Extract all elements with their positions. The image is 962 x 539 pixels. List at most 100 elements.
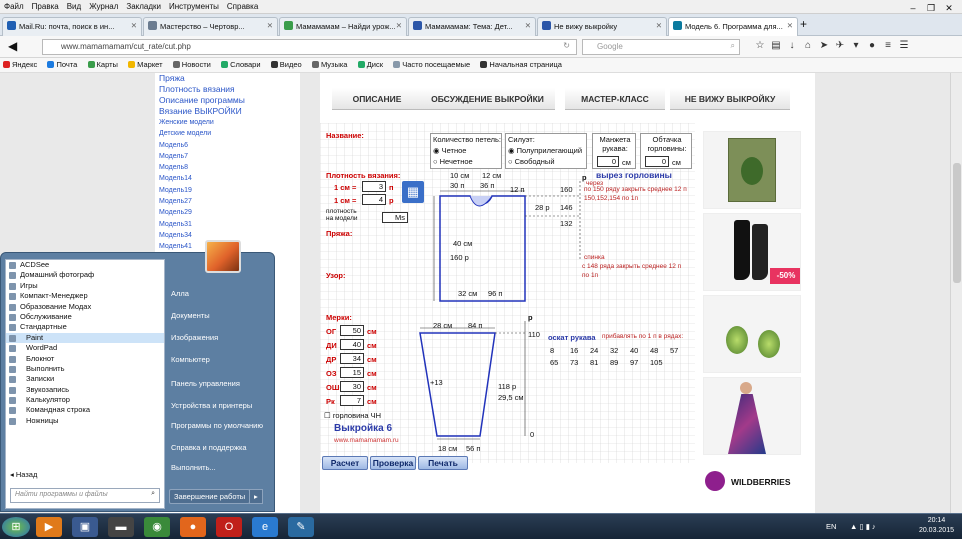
- nav-masterclass[interactable]: МАСТЕР-КЛАСС: [565, 88, 665, 110]
- nav-discussion[interactable]: ОБСУЖДЕНИЕ ВЫКРОЙКИ: [420, 88, 555, 110]
- check-button[interactable]: Проверка: [370, 456, 416, 470]
- media-player-icon[interactable]: ▶: [36, 517, 62, 537]
- program-item[interactable]: Образование Модах: [6, 302, 164, 312]
- close-icon[interactable]: ✕: [787, 21, 793, 30]
- menu-bookmarks[interactable]: Закладки: [122, 0, 165, 13]
- program-item[interactable]: Обслуживание: [6, 312, 164, 322]
- start-documents[interactable]: Документы: [171, 311, 210, 320]
- bookmark-start[interactable]: Начальная страница: [477, 58, 567, 69]
- bookmark-news[interactable]: Новости: [170, 58, 216, 69]
- sidebar-link[interactable]: Пряжа: [155, 73, 300, 84]
- hamburger-icon[interactable]: ☰: [896, 40, 912, 51]
- bookmark-market[interactable]: Маркет: [125, 58, 167, 69]
- print-button[interactable]: Печать: [418, 456, 468, 470]
- maximize-icon[interactable]: ❐: [922, 0, 940, 13]
- model-note-input[interactable]: Ms: [382, 212, 408, 223]
- program-item[interactable]: Командная строка: [6, 405, 164, 415]
- program-item[interactable]: Звукозапись: [6, 385, 164, 395]
- sidebar-link[interactable]: Вязание ВЫКРОЙКИ: [155, 106, 300, 117]
- back-icon[interactable]: ◀: [8, 39, 17, 53]
- clock[interactable]: 20:14 20.03.2015: [919, 516, 954, 536]
- program-item[interactable]: Компакт-Менеджер: [6, 291, 164, 301]
- measure-osh-input[interactable]: 30: [340, 381, 364, 392]
- program-item[interactable]: Выполнить: [6, 364, 164, 374]
- chrome-icon[interactable]: ◉: [144, 517, 170, 537]
- bookmark-yandex[interactable]: Яндекс: [0, 58, 42, 69]
- bookmark-mail[interactable]: Почта: [44, 58, 82, 69]
- menu-icon[interactable]: ≡: [880, 40, 896, 51]
- start-computer[interactable]: Компьютер: [171, 355, 210, 364]
- start-button[interactable]: ⊞: [2, 517, 30, 537]
- measure-rk-input[interactable]: 7: [340, 395, 364, 406]
- tab-mail[interactable]: Mail.Ru: почта, поиск в ин... ✕: [2, 17, 142, 36]
- sidebar-link[interactable]: Плотность вязания: [155, 84, 300, 95]
- menu-view[interactable]: Вид: [63, 0, 85, 13]
- chat-icon[interactable]: ●: [864, 40, 880, 51]
- measure-dr-input[interactable]: 34: [340, 353, 364, 364]
- neck-input[interactable]: 0: [645, 156, 669, 167]
- bookmark-maps[interactable]: Карты: [85, 58, 123, 69]
- shutdown-button[interactable]: Завершение работы: [169, 489, 251, 504]
- menu-tools[interactable]: Инструменты: [165, 0, 223, 13]
- program-item[interactable]: Ножницы: [6, 416, 164, 426]
- sidebar-model[interactable]: Модель7: [155, 151, 300, 162]
- bookmark-video[interactable]: Видео: [268, 58, 307, 69]
- tab-5[interactable]: Не вижу выкройку ✕: [537, 17, 667, 36]
- new-tab-button[interactable]: +: [800, 17, 807, 31]
- tray-icons[interactable]: ▲ ▯ ▮ ♪: [850, 522, 876, 531]
- star-icon[interactable]: ☆: [752, 40, 768, 51]
- sidebar-model[interactable]: Модель29: [155, 207, 300, 218]
- tab-active[interactable]: Модель 6. Программа для... ✕: [668, 17, 798, 36]
- close-icon[interactable]: ✕: [940, 0, 958, 13]
- bookmark-frequent[interactable]: Часто посещаемые: [390, 58, 475, 69]
- density-loops-input[interactable]: 3: [362, 181, 386, 192]
- start-devices[interactable]: Устройства и принтеры: [171, 401, 252, 410]
- sidebar-model[interactable]: Модель6: [155, 140, 300, 151]
- close-icon[interactable]: ✕: [396, 21, 402, 30]
- language-indicator[interactable]: EN: [826, 522, 836, 531]
- firefox-icon[interactable]: ●: [180, 517, 206, 537]
- cuff-input[interactable]: 0: [597, 156, 619, 167]
- menu-edit[interactable]: Правка: [28, 0, 63, 13]
- bookmark-dictionary[interactable]: Словари: [218, 58, 265, 69]
- shutdown-options-icon[interactable]: ▸: [249, 489, 263, 504]
- console-icon[interactable]: ▬: [108, 517, 134, 537]
- density-rows-input[interactable]: 4: [362, 194, 386, 205]
- nav-description[interactable]: ОПИСАНИЕ: [332, 88, 422, 110]
- menu-help[interactable]: Справка: [223, 0, 262, 13]
- search-input[interactable]: Google ⌕: [582, 39, 740, 55]
- program-item[interactable]: WordPad: [6, 343, 164, 353]
- program-item[interactable]: Paint: [6, 332, 164, 344]
- close-icon[interactable]: ✕: [267, 21, 273, 30]
- pen-icon[interactable]: ✎: [288, 517, 314, 537]
- sidebar-model[interactable]: Модель14: [155, 173, 300, 184]
- sidebar-model[interactable]: Модель8: [155, 162, 300, 173]
- opt-odd[interactable]: ○ Нечетное: [433, 157, 473, 166]
- program-item[interactable]: Стандартные: [6, 322, 164, 332]
- measure-og-input[interactable]: 50: [340, 325, 364, 336]
- program-item[interactable]: Калькулятор: [6, 395, 164, 405]
- back-link[interactable]: ◂ Назад: [10, 470, 37, 479]
- program-item[interactable]: ACDSee: [6, 260, 164, 270]
- search-icon[interactable]: ⌕: [731, 41, 735, 51]
- start-run[interactable]: Выполнить...: [171, 463, 216, 472]
- download-icon[interactable]: ↓: [784, 40, 800, 51]
- opt-semi[interactable]: ◉ Полуприлегающий: [508, 146, 582, 155]
- neck-checkbox[interactable]: ☐ горловина ЧН: [324, 411, 381, 420]
- ad-dress[interactable]: [703, 377, 801, 455]
- clipboard-icon[interactable]: ▤: [768, 40, 784, 51]
- program-item[interactable]: Домашний фотограф: [6, 270, 164, 280]
- start-pictures[interactable]: Изображения: [171, 333, 218, 342]
- sidebar-model[interactable]: Модель19: [155, 185, 300, 196]
- tab-4[interactable]: Мамамамам: Тема: Дет... ✕: [408, 17, 536, 36]
- sidebar-link[interactable]: Описание программы: [155, 95, 300, 106]
- sidebar-model[interactable]: Модель31: [155, 219, 300, 230]
- close-icon[interactable]: ✕: [656, 21, 662, 30]
- wildberries-logo[interactable]: WILDBERRIES: [703, 467, 801, 497]
- sidebar-model[interactable]: Детские модели: [155, 128, 300, 139]
- menu-file[interactable]: Файл: [0, 0, 28, 13]
- nav-cant-see[interactable]: НЕ ВИЖУ ВЫКРОЙКУ: [670, 88, 790, 110]
- scrollbar-thumb[interactable]: [953, 163, 961, 283]
- start-help[interactable]: Справка и поддержка: [171, 443, 247, 452]
- pocket-icon[interactable]: ✈: [832, 40, 848, 51]
